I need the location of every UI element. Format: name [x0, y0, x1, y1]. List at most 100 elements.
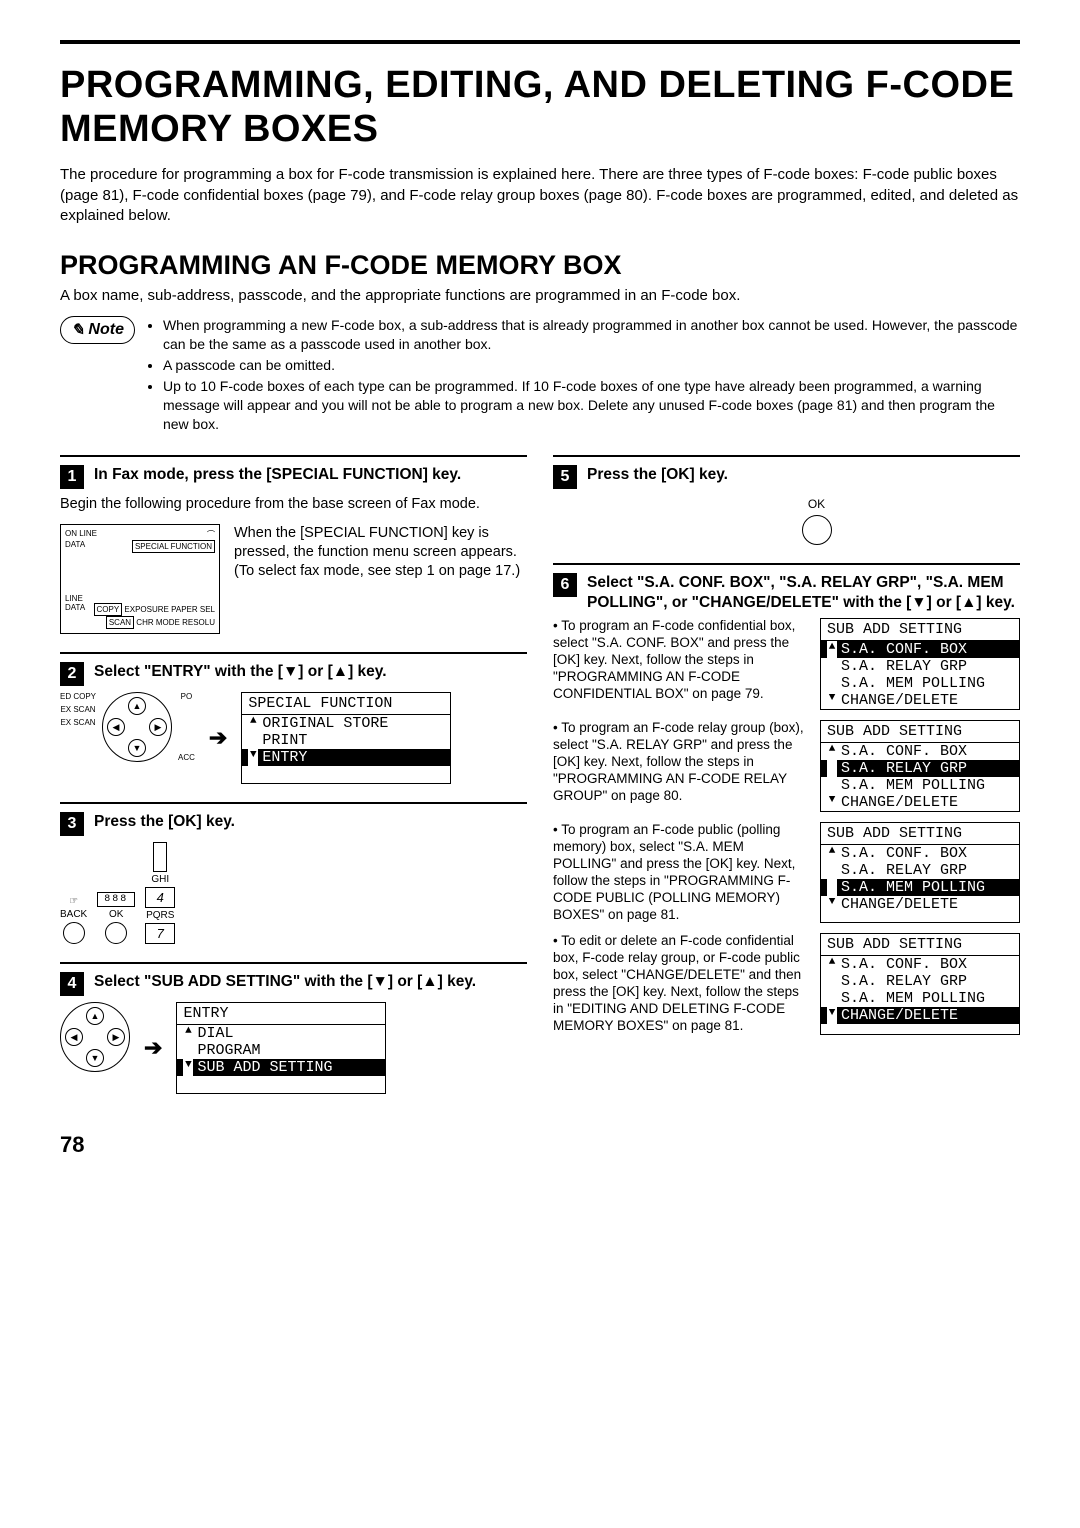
numpad-key[interactable]: 4	[145, 887, 175, 908]
up-arrow-button[interactable]: ▲	[128, 697, 146, 715]
ok-button[interactable]	[802, 515, 832, 545]
step-title: Select "ENTRY" with the [▼] or [▲] key.	[94, 662, 387, 681]
ok-panel-illustration: ☞ BACK 888 OK GHI 4 PQRS 7	[60, 842, 230, 944]
lcd-line: S.A. RELAY GRP	[841, 658, 967, 675]
panel-label: EXPOSURE	[124, 605, 168, 614]
step-number: 2	[60, 662, 84, 686]
numpad-key[interactable]: 7	[145, 923, 175, 944]
note-item: Up to 10 F-code boxes of each type can b…	[163, 377, 1020, 434]
lcd-line-selected: S.A. RELAY GRP	[841, 760, 967, 777]
note-block: ✎ Note When programming a new F-code box…	[60, 316, 1020, 435]
lcd-line: PROGRAM	[197, 1042, 260, 1059]
ok-button-illustration: OK	[613, 497, 1020, 545]
right-arrow-button[interactable]: ▶	[107, 1028, 125, 1046]
down-arrow-button[interactable]: ▼	[86, 1049, 104, 1067]
lcd-line: S.A. RELAY GRP	[841, 862, 967, 879]
lcd-title: SUB ADD SETTING	[821, 934, 1019, 956]
down-arrow-button[interactable]: ▼	[128, 739, 146, 757]
lcd-line: S.A. CONF. BOX	[841, 845, 967, 862]
step-text: Begin the following procedure from the b…	[60, 495, 527, 514]
key-label: GHI	[151, 874, 169, 885]
pencil-icon: ✎	[71, 320, 84, 340]
seven-segment: 888	[97, 892, 135, 907]
note-item: A passcode can be omitted.	[163, 356, 1020, 375]
panel-label: PAPER SEL	[171, 605, 215, 614]
step-bullet: To edit or delete an F-code confidential…	[553, 933, 801, 1032]
step-number: 3	[60, 812, 84, 836]
panel-label: ON LINE	[65, 529, 97, 540]
step-number: 5	[553, 465, 577, 489]
note-label: Note	[88, 321, 124, 339]
step-title: Press the [OK] key.	[587, 465, 728, 484]
section-intro: A box name, sub-address, passcode, and t…	[60, 287, 1020, 304]
lcd-line-selected: SUB ADD SETTING	[197, 1059, 332, 1076]
lcd-line: DIAL	[197, 1025, 233, 1042]
lcd-screen: SUB ADD SETTING ▲S.A. CONF. BOX S.A. REL…	[820, 822, 1020, 923]
ok-label: OK	[109, 909, 123, 920]
lcd-line-selected: S.A. MEM POLLING	[841, 879, 985, 896]
step-number: 6	[553, 573, 577, 597]
panel-key[interactable]: SCAN	[106, 616, 134, 629]
step-number: 4	[60, 972, 84, 996]
side-label: EX SCAN	[60, 705, 96, 714]
lcd-line: S.A. RELAY GRP	[841, 973, 967, 990]
step-title: In Fax mode, press the [SPECIAL FUNCTION…	[94, 465, 461, 484]
lcd-line: S.A. MEM POLLING	[841, 777, 985, 794]
lcd-line: S.A. MEM POLLING	[841, 990, 985, 1007]
up-arrow-button[interactable]: ▲	[86, 1007, 104, 1025]
lcd-line: CHANGE/DELETE	[841, 896, 958, 913]
page-number: 78	[60, 1132, 1020, 1158]
step-bullet: To program an F-code public (polling mem…	[553, 822, 795, 921]
lcd-line-selected: ENTRY	[262, 749, 307, 766]
ok-button[interactable]	[105, 922, 127, 944]
lcd-screen: SUB ADD SETTING ▲S.A. CONF. BOX S.A. REL…	[820, 618, 1020, 710]
panel-label: RESOLU	[182, 618, 215, 627]
lcd-screen: SPECIAL FUNCTION ▲ORIGINAL STORE PRINT ▼…	[241, 692, 451, 784]
key-label: PQRS	[146, 910, 174, 921]
panel-label: DATA	[65, 540, 85, 553]
lcd-line: S.A. CONF. BOX	[841, 743, 967, 760]
control-panel-illustration: ON LINE ⌒ DATA SPECIAL FUNCTION LINE DAT…	[60, 524, 220, 634]
panel-key[interactable]: COPY	[94, 603, 123, 616]
panel-label: CHR MODE	[136, 618, 180, 627]
back-button[interactable]	[63, 922, 85, 944]
lcd-line-selected: S.A. CONF. BOX	[841, 641, 967, 658]
lcd-title: SUB ADD SETTING	[821, 823, 1019, 845]
intro-text: The procedure for programming a box for …	[60, 165, 1020, 226]
ok-label: OK	[808, 497, 825, 511]
direction-pad: ▲ ▼ ◀ ▶	[102, 692, 172, 762]
arrow-right-icon: ➔	[209, 725, 227, 751]
lcd-line-selected: CHANGE/DELETE	[841, 1007, 958, 1024]
note-badge: ✎ Note	[60, 316, 135, 344]
lcd-line: PRINT	[262, 732, 307, 749]
side-label: EX SCAN	[60, 718, 96, 727]
lcd-line: CHANGE/DELETE	[841, 794, 958, 811]
arrow-right-icon: ➔	[144, 1035, 162, 1061]
special-function-key[interactable]: SPECIAL FUNCTION	[132, 540, 215, 553]
panel-label: DATA	[65, 603, 85, 616]
step-number: 1	[60, 465, 84, 489]
left-arrow-button[interactable]: ◀	[65, 1028, 83, 1046]
note-item: When programming a new F-code box, a sub…	[163, 316, 1020, 354]
step-bullet: To program an F-code relay group (box), …	[553, 720, 804, 803]
lcd-screen: SUB ADD SETTING ▲S.A. CONF. BOX S.A. REL…	[820, 933, 1020, 1034]
step-bullet: To program an F-code confidential box, s…	[553, 618, 795, 701]
side-label: ACC	[178, 753, 195, 762]
panel-label: LINE	[65, 594, 83, 603]
step-title: Select "SUB ADD SETTING" with the [▼] or…	[94, 972, 476, 991]
side-label: ED COPY	[60, 692, 96, 701]
lcd-title: SUB ADD SETTING	[821, 721, 1019, 743]
lcd-screen: ENTRY ▲DIAL PROGRAM ▼SUB ADD SETTING	[176, 1002, 386, 1094]
step-title: Select "S.A. CONF. BOX", "S.A. RELAY GRP…	[587, 573, 1020, 612]
back-label: BACK	[60, 909, 87, 920]
lcd-line: ORIGINAL STORE	[262, 715, 388, 732]
page-title: PROGRAMMING, EDITING, AND DELETING F-COD…	[60, 64, 1020, 151]
lcd-title: SPECIAL FUNCTION	[242, 693, 450, 715]
lcd-title: ENTRY	[177, 1003, 385, 1025]
section-title: PROGRAMMING AN F-CODE MEMORY BOX	[60, 250, 1020, 281]
right-arrow-button[interactable]: ▶	[149, 718, 167, 736]
step-text: When the [SPECIAL FUNCTION] key is press…	[234, 524, 527, 581]
left-arrow-button[interactable]: ◀	[107, 718, 125, 736]
step-title: Press the [OK] key.	[94, 812, 235, 831]
lcd-title: SUB ADD SETTING	[821, 619, 1019, 641]
